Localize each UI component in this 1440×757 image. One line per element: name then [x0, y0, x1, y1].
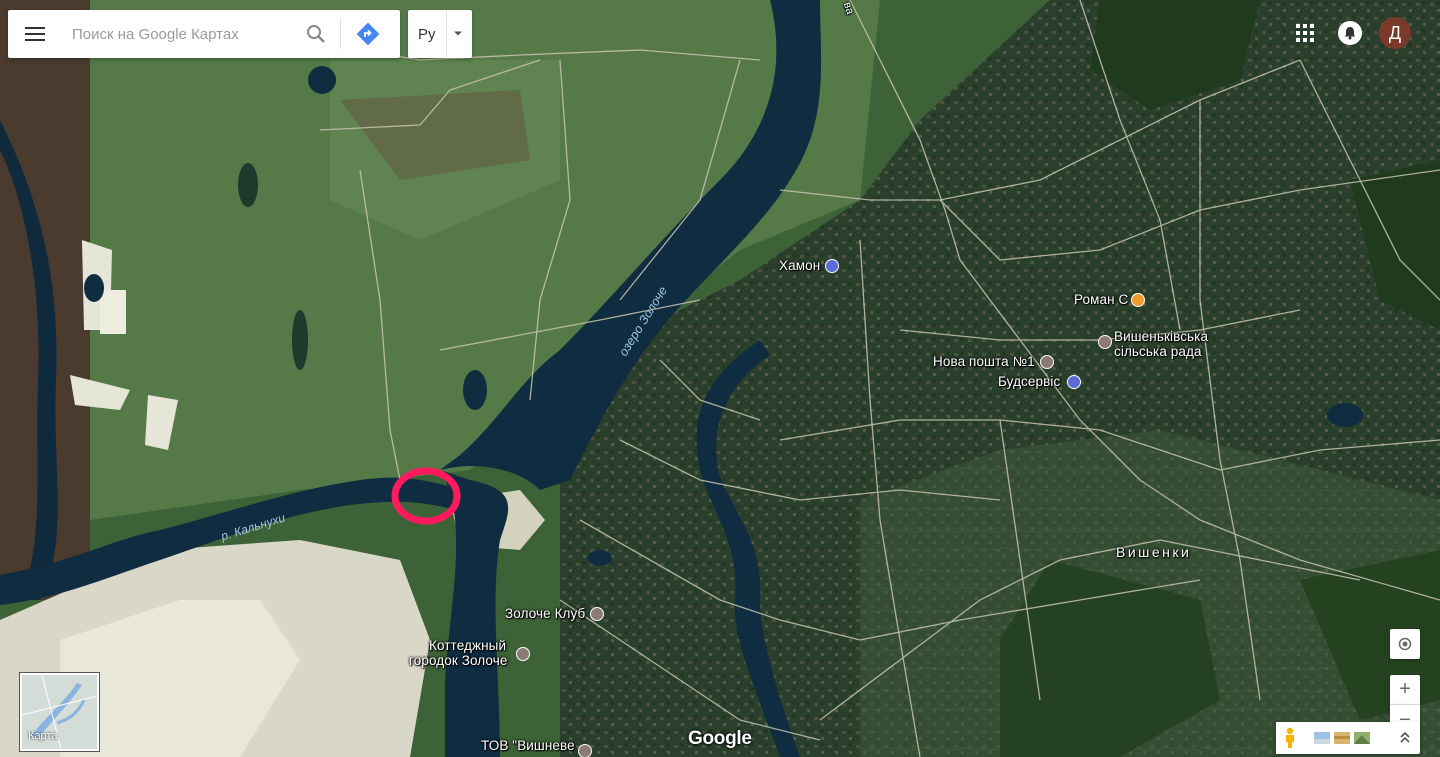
store-icon[interactable] [1067, 375, 1081, 389]
location-target-icon [1398, 637, 1412, 651]
locality-label: Вишенки [1116, 544, 1192, 560]
place-label-cottage-2[interactable]: городок Золоче [409, 653, 507, 668]
search-button[interactable] [298, 10, 334, 58]
business-icon[interactable] [578, 744, 592, 757]
street-view-pegman[interactable] [1276, 722, 1304, 754]
map-layer-switcher[interactable]: Карта [20, 673, 99, 751]
satellite-map[interactable] [0, 0, 1440, 757]
notifications-button[interactable] [1338, 21, 1362, 45]
layer-thumbnail-2[interactable] [1334, 732, 1350, 744]
menu-button[interactable] [8, 10, 62, 58]
search-box [8, 10, 400, 58]
map-controls: + − [1390, 629, 1420, 735]
account-avatar[interactable]: Д [1379, 17, 1411, 49]
layer-thumbnail-3[interactable] [1354, 732, 1370, 744]
place-label-hamon[interactable]: Хамон [779, 258, 820, 273]
place-label-zoloche-club[interactable]: Золоче Клуб [505, 606, 585, 621]
my-location-button[interactable] [1390, 629, 1420, 659]
shop-icon[interactable] [825, 259, 839, 273]
venue-icon[interactable] [516, 647, 530, 661]
place-label-nova-poshta[interactable]: Нова пошта №1 [933, 354, 1035, 369]
apps-grid-icon[interactable] [1294, 22, 1316, 44]
place-label-roman[interactable]: Роман С [1074, 292, 1128, 307]
bell-icon [1344, 27, 1356, 40]
language-value: Ру [418, 25, 436, 43]
expand-chevron-icon[interactable] [1400, 732, 1410, 744]
place-label-vyshenkivska-1[interactable]: Вишеньківська [1114, 329, 1208, 344]
caret-down-icon [454, 31, 462, 36]
search-icon [307, 25, 325, 43]
directions-button[interactable] [347, 10, 389, 58]
layer-thumbnail-1[interactable] [1314, 732, 1330, 744]
zoom-in-button[interactable]: + [1390, 675, 1420, 705]
google-logo: Google [688, 728, 752, 749]
post-office-icon[interactable] [1040, 355, 1054, 369]
place-label-cottage-1[interactable]: Коттеджный [429, 638, 506, 653]
place-label-tov-vyshneve[interactable]: ТОВ "Вишневе [481, 738, 575, 753]
venue-icon[interactable] [590, 607, 604, 621]
hamburger-icon [25, 27, 45, 41]
pegman-icon [1286, 727, 1294, 748]
divider [446, 10, 447, 58]
layer-label: Карта [28, 730, 58, 742]
language-select[interactable]: Ру [408, 10, 472, 58]
restaurant-icon[interactable] [1131, 293, 1145, 307]
place-label-vyshenkivska-2[interactable]: сільська рада [1114, 344, 1202, 359]
government-icon[interactable] [1098, 335, 1112, 349]
search-input[interactable] [72, 19, 298, 49]
place-label-budservis[interactable]: Будсервіс [998, 374, 1060, 389]
bottom-toolbar [1276, 722, 1420, 754]
directions-icon [356, 22, 380, 46]
divider [340, 19, 341, 49]
